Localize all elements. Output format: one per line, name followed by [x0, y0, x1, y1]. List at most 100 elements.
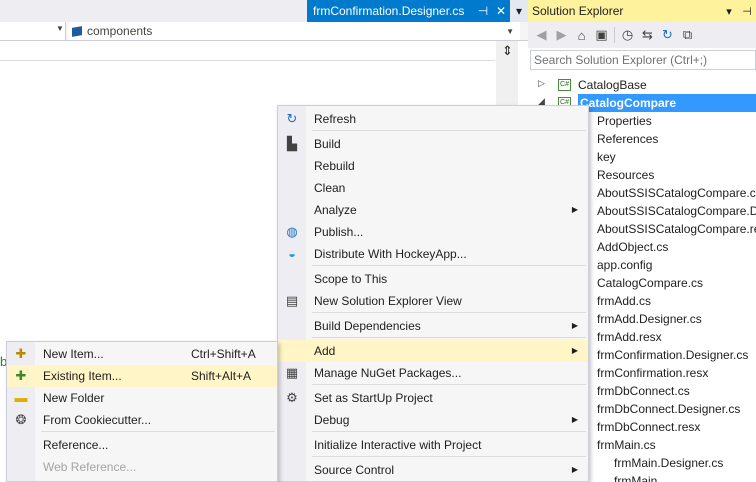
menu-separator — [312, 431, 586, 432]
editor-divider — [0, 60, 495, 61]
tree-item[interactable]: Resources — [597, 166, 654, 184]
menu-separator — [312, 337, 586, 338]
build-icon: ▙ — [287, 136, 297, 151]
menu-item-debug[interactable]: Debug ▶ — [278, 409, 588, 431]
member-dropdown[interactable]: components ▼ — [68, 22, 520, 40]
tree-item[interactable]: frmConfirmation.resx — [597, 364, 708, 382]
home-icon[interactable]: ⌂ — [574, 28, 589, 43]
window-position-icon[interactable]: ▾ — [720, 5, 738, 18]
pending-changes-filter-icon[interactable]: ◷ — [620, 27, 635, 43]
menu-item-publish[interactable]: ◍ Publish... — [278, 221, 588, 243]
menu-item-label: Debug — [314, 413, 350, 427]
csharp-project-icon: C# — [558, 79, 571, 91]
split-window-icon[interactable]: ⇕ — [499, 43, 516, 59]
menu-item-scope-to-this[interactable]: Scope to This — [278, 268, 588, 290]
menu-item-new-solution-explorer-view[interactable]: ▤ New Solution Explorer View — [278, 290, 588, 312]
submenu-item-label: Existing Item... — [43, 369, 122, 383]
solution-explorer-title: Solution Explorer — [532, 4, 624, 18]
tree-item[interactable]: Properties — [597, 112, 652, 130]
submenu-item-reference[interactable]: Reference... — [7, 434, 277, 456]
document-tab[interactable]: frmConfirmation.Designer.cs ⊣ ✕ ▾ — [307, 0, 528, 22]
menu-item-distribute-hockeyapp[interactable]: ◒ Distribute With HockeyApp... — [278, 243, 588, 265]
tree-item[interactable]: frmMain.Designer.cs — [614, 454, 723, 472]
menu-item-label: Build Dependencies — [314, 319, 421, 333]
menu-item-source-control[interactable]: Source Control ▶ — [278, 459, 588, 481]
switch-views-icon[interactable]: ▣ — [594, 27, 609, 43]
submenu-arrow-icon: ▶ — [571, 465, 578, 474]
pin-icon[interactable]: ⊣ — [474, 0, 492, 22]
forward-icon[interactable]: ▶ — [554, 27, 569, 43]
pin-icon[interactable]: ⊣ — [738, 5, 756, 18]
tree-item[interactable]: AboutSSISCatalogCompare.Designer.cs — [597, 202, 756, 220]
tree-item[interactable]: frmConfirmation.Designer.cs — [597, 346, 748, 364]
submenu-arrow-icon: ▶ — [571, 321, 578, 330]
menu-separator — [312, 384, 586, 385]
tree-item[interactable]: key — [597, 148, 616, 166]
submenu-item-new-folder[interactable]: ▬ New Folder — [7, 387, 277, 409]
menu-item-build[interactable]: ▙ Build — [278, 133, 588, 155]
submenu-item-from-cookiecutter[interactable]: ❂ From Cookiecutter... — [7, 409, 277, 431]
menu-item-label: Initialize Interactive with Project — [314, 438, 482, 452]
menu-item-manage-nuget-packages[interactable]: ▦ Manage NuGet Packages... — [278, 362, 588, 384]
menu-item-label: Set as StartUp Project — [314, 391, 433, 405]
tree-item[interactable]: References — [597, 130, 658, 148]
submenu-arrow-icon: ▶ — [571, 346, 578, 355]
submenu-item-label: Web Reference... — [43, 460, 137, 474]
submenu-item-existing-item[interactable]: ✚ Existing Item... Shift+Alt+A — [7, 365, 277, 387]
collapse-all-icon[interactable]: ⧉ — [680, 27, 695, 43]
menu-separator — [312, 312, 586, 313]
submenu-arrow-icon: ▶ — [571, 415, 578, 424]
menu-item-analyze[interactable]: Analyze ▶ — [278, 199, 588, 221]
tab-dropdown-icon[interactable]: ▾ — [510, 0, 528, 22]
tree-item[interactable]: frmDbConnect.cs — [597, 382, 690, 400]
menu-item-label: New Solution Explorer View — [314, 294, 462, 308]
menu-item-label: Rebuild — [314, 159, 355, 173]
new-item-icon: ✚ — [15, 346, 27, 361]
solution-explorer-titlebar: Solution Explorer ▾ ⊣ — [528, 0, 756, 22]
tree-item[interactable]: frmMain.cs — [597, 436, 656, 454]
new-explorer-view-icon: ▤ — [285, 293, 299, 308]
tree-item[interactable]: app.config — [597, 256, 652, 274]
chevron-down-icon[interactable]: ▼ — [56, 24, 64, 33]
chevron-down-icon[interactable]: ▼ — [506, 27, 514, 36]
menu-item-clean[interactable]: Clean — [278, 177, 588, 199]
menu-item-add[interactable]: Add ▶ — [278, 340, 588, 362]
tree-item[interactable]: CatalogCompare.cs — [597, 274, 703, 292]
toolbar-separator — [614, 27, 615, 43]
menu-item-initialize-interactive[interactable]: Initialize Interactive with Project — [278, 434, 588, 456]
existing-item-icon: ✚ — [15, 368, 27, 383]
tree-item[interactable]: frmMain — [614, 472, 657, 482]
back-icon[interactable]: ◀ — [534, 27, 549, 43]
solution-explorer-search[interactable]: Search Solution Explorer (Ctrl+;) — [530, 50, 756, 70]
menu-item-label: Add — [314, 344, 336, 358]
tree-item[interactable]: AboutSSISCatalogCompare.resx — [597, 220, 756, 238]
menu-item-rebuild[interactable]: Rebuild — [278, 155, 588, 177]
menu-item-label: Scope to This — [314, 272, 388, 286]
submenu-item-new-item[interactable]: ✚ New Item... Ctrl+Shift+A — [7, 343, 277, 365]
submenu-item-label: New Item... — [43, 347, 104, 361]
menu-item-set-startup-project[interactable]: ⚙ Set as StartUp Project — [278, 387, 588, 409]
expand-arrow-icon[interactable]: ▷ — [538, 78, 545, 89]
hockeyapp-icon: ◒ — [288, 246, 296, 261]
sync-icon[interactable]: ⇆ — [640, 27, 655, 43]
tree-item[interactable]: frmDbConnect.Designer.cs — [597, 400, 740, 418]
folder-icon: ▬ — [14, 390, 28, 405]
menu-item-refresh[interactable]: ↻ Refresh — [278, 108, 588, 130]
tree-item[interactable]: frmAdd.cs — [597, 292, 651, 310]
refresh-icon[interactable]: ↻ — [660, 27, 675, 43]
tree-item[interactable]: AddObject.cs — [597, 238, 668, 256]
tree-project-node[interactable]: CatalogBase — [578, 76, 647, 94]
add-submenu: ✚ New Item... Ctrl+Shift+A ✚ Existing Item..… — [6, 341, 278, 482]
shortcut-label: Shift+Alt+A — [191, 369, 252, 383]
tree-project-node[interactable]: CatalogCompare — [578, 94, 756, 112]
tree-item[interactable]: frmAdd.resx — [597, 328, 662, 346]
menu-item-label: Manage NuGet Packages... — [314, 366, 462, 380]
submenu-item-label: Reference... — [43, 438, 109, 452]
menu-item-label: Clean — [314, 181, 346, 195]
menu-separator — [312, 130, 586, 131]
menu-item-build-dependencies[interactable]: Build Dependencies ▶ — [278, 315, 588, 337]
tree-item[interactable]: AboutSSISCatalogCompare.cs — [597, 184, 756, 202]
close-tab-icon[interactable]: ✕ — [492, 0, 510, 22]
tree-item[interactable]: frmAdd.Designer.cs — [597, 310, 702, 328]
tree-item[interactable]: frmDbConnect.resx — [597, 418, 700, 436]
